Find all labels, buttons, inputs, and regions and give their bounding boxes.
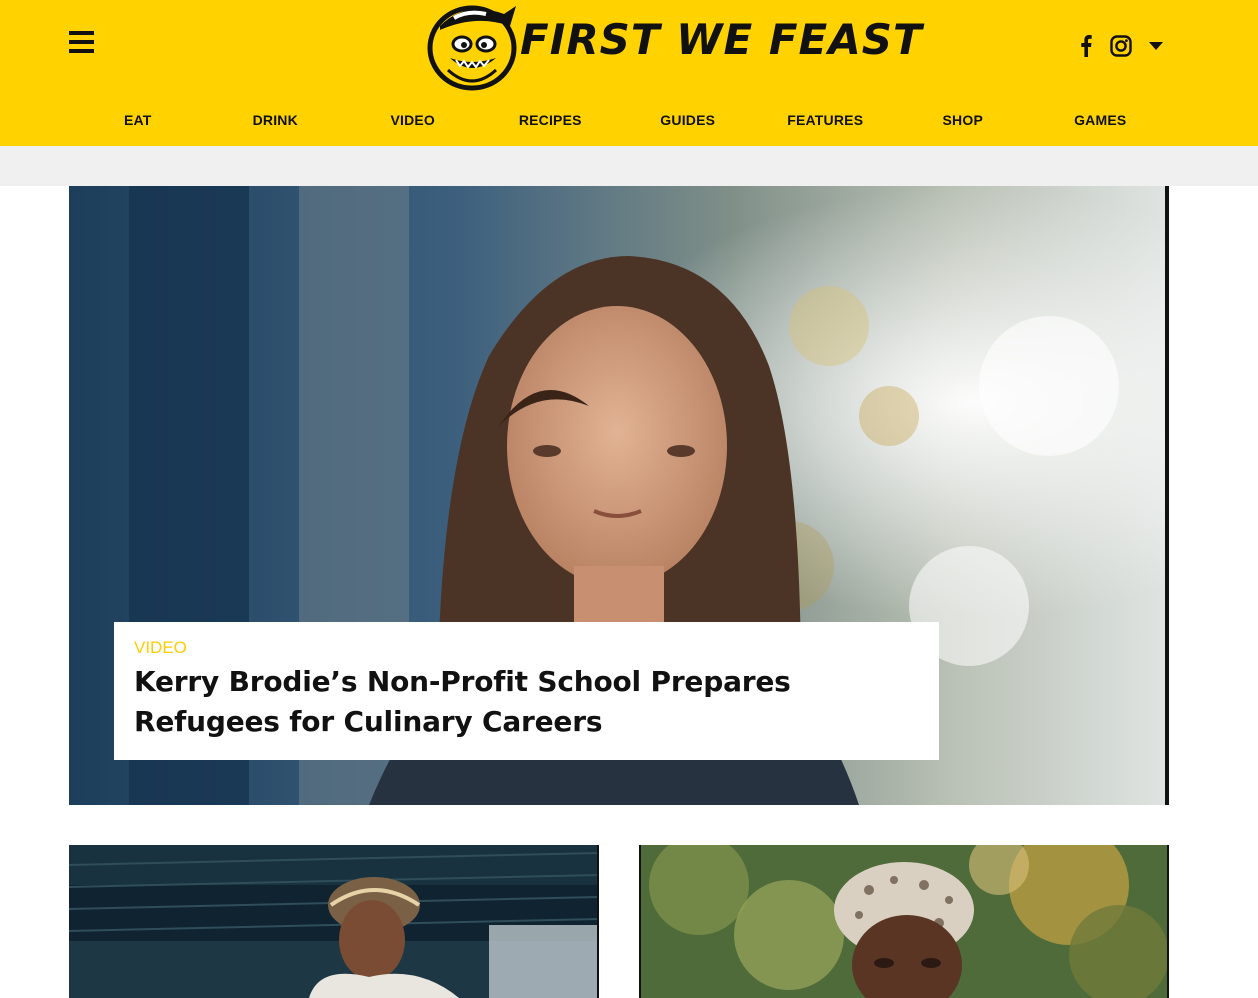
site-header: FIRST WE FEAST EAT DRINK VIDEO RECIPES G…	[0, 0, 1258, 146]
nav-item-eat[interactable]: EAT	[69, 106, 207, 136]
article-image-right	[639, 845, 1169, 998]
article-image-left	[69, 845, 599, 998]
instagram-icon[interactable]	[1108, 33, 1134, 59]
nav-item-video[interactable]: VIDEO	[344, 106, 482, 136]
nav-item-guides[interactable]: GUIDES	[619, 106, 757, 136]
nav-item-shop[interactable]: SHOP	[894, 106, 1032, 136]
hero-caption-card[interactable]: VIDEO Kerry Brodie’s Non-Profit School P…	[114, 622, 939, 760]
nav-item-features[interactable]: FEATURES	[757, 106, 895, 136]
social-links	[1076, 32, 1164, 60]
mascot-logo-icon	[427, 5, 517, 91]
facebook-icon[interactable]	[1076, 33, 1096, 59]
hero-title[interactable]: Kerry Brodie’s Non-Profit School Prepare…	[134, 662, 919, 742]
main-nav: EAT DRINK VIDEO RECIPES GUIDES FEATURES …	[69, 106, 1169, 136]
nav-item-recipes[interactable]: RECIPES	[482, 106, 620, 136]
ad-band	[0, 146, 1258, 186]
hero-article[interactable]: VIDEO Kerry Brodie’s Non-Profit School P…	[69, 186, 1169, 805]
caret-down-icon[interactable]	[1148, 40, 1164, 52]
hamburger-menu-icon[interactable]	[69, 31, 95, 55]
site-logo[interactable]: FIRST WE FEAST	[426, 0, 922, 92]
nav-item-drink[interactable]: DRINK	[207, 106, 345, 136]
article-card-left[interactable]	[69, 845, 599, 998]
article-card-right[interactable]	[639, 845, 1169, 998]
nav-item-games[interactable]: GAMES	[1032, 106, 1170, 136]
site-name: FIRST WE FEAST	[520, 15, 923, 64]
hero-kicker[interactable]: VIDEO	[134, 638, 919, 658]
